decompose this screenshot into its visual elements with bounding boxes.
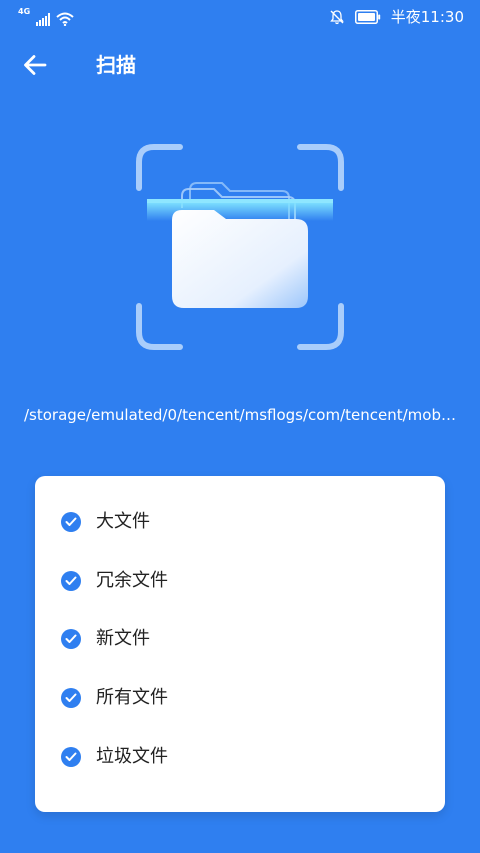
page-title: 扫描 <box>96 53 136 77</box>
folder-scan-icon <box>136 144 344 350</box>
check-circle-icon[interactable] <box>61 629 81 650</box>
battery-icon <box>354 10 380 24</box>
option-label: 冗余文件 <box>96 569 168 591</box>
wifi-icon <box>56 12 74 26</box>
network-type-label: 4G <box>18 7 31 16</box>
check-circle-icon[interactable] <box>61 688 81 709</box>
option-all-files[interactable]: 所有文件 <box>35 669 445 728</box>
scan-current-path: /storage/emulated/0/tencent/msflogs/com/… <box>24 406 456 424</box>
status-right: 半夜11:30 <box>329 7 464 27</box>
back-button[interactable] <box>18 50 52 80</box>
option-redundant-files[interactable]: 冗余文件 <box>35 552 445 611</box>
option-label: 大文件 <box>96 511 150 533</box>
status-time: 半夜11:30 <box>390 8 464 26</box>
check-circle-icon[interactable] <box>61 512 81 533</box>
option-large-files[interactable]: 大文件 <box>35 493 445 552</box>
status-bar: 4G 半夜11:30 <box>0 0 480 34</box>
option-new-files[interactable]: 新文件 <box>35 610 445 669</box>
notifications-off-icon <box>329 10 344 25</box>
option-junk-files[interactable]: 垃圾文件 <box>35 727 445 786</box>
arrow-left-icon <box>24 55 47 75</box>
option-label: 所有文件 <box>96 687 168 709</box>
status-left: 4G <box>18 8 74 26</box>
option-label: 新文件 <box>96 628 150 650</box>
signal-icon <box>36 13 51 26</box>
check-circle-icon[interactable] <box>61 570 81 591</box>
scan-options-card: 大文件 冗余文件 新文件 所有文件 垃圾文件 <box>35 476 445 812</box>
check-circle-icon[interactable] <box>61 746 81 767</box>
option-label: 垃圾文件 <box>96 745 168 767</box>
